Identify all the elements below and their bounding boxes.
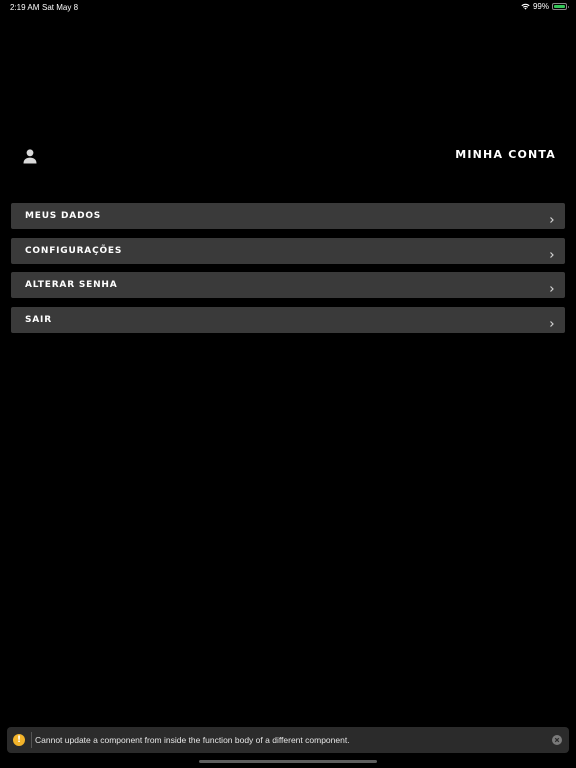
status-indicators: 99% xyxy=(521,2,569,11)
status-time: 2:19 AM xyxy=(10,3,40,12)
wifi-icon xyxy=(521,3,530,10)
toast-message: Cannot update a component from inside th… xyxy=(35,735,350,745)
battery-icon xyxy=(552,3,569,10)
home-indicator[interactable] xyxy=(199,760,377,763)
menu-item-label: Configurações xyxy=(25,245,123,256)
menu-item-sair[interactable]: Sair xyxy=(11,306,565,333)
close-icon[interactable] xyxy=(552,735,562,745)
menu-item-label: Meus Dados xyxy=(25,211,102,221)
chevron-right-icon xyxy=(549,245,555,258)
warning-icon: ! xyxy=(13,734,25,746)
page-header: Minha Conta xyxy=(0,140,576,172)
menu-item-meus-dados[interactable]: Meus Dados xyxy=(11,203,565,229)
battery-level-fill xyxy=(554,5,565,8)
menu-item-configuracoes[interactable]: Configurações xyxy=(11,237,565,264)
app-screen: 2:19 AM Sat May 8 99% Minha Conta xyxy=(0,0,576,768)
chevron-right-icon xyxy=(549,279,555,292)
menu-item-label: Alterar Senha xyxy=(25,280,118,290)
toast-divider xyxy=(31,732,32,748)
battery-percent: 99% xyxy=(532,2,549,11)
page-title: Minha Conta xyxy=(455,148,556,161)
menu-item-label: Sair xyxy=(25,314,52,325)
menu-item-alterar-senha[interactable]: Alterar Senha xyxy=(11,272,565,298)
chevron-right-icon xyxy=(549,210,555,223)
error-toast[interactable]: ! Cannot update a component from inside … xyxy=(7,727,569,753)
account-menu: Meus Dados Configurações Alterar Senha S… xyxy=(11,203,565,341)
status-date: Sat May 8 xyxy=(42,3,79,12)
chevron-right-icon xyxy=(549,314,555,327)
user-icon xyxy=(22,148,38,164)
status-bar: 2:19 AM Sat May 8 99% xyxy=(0,0,576,14)
